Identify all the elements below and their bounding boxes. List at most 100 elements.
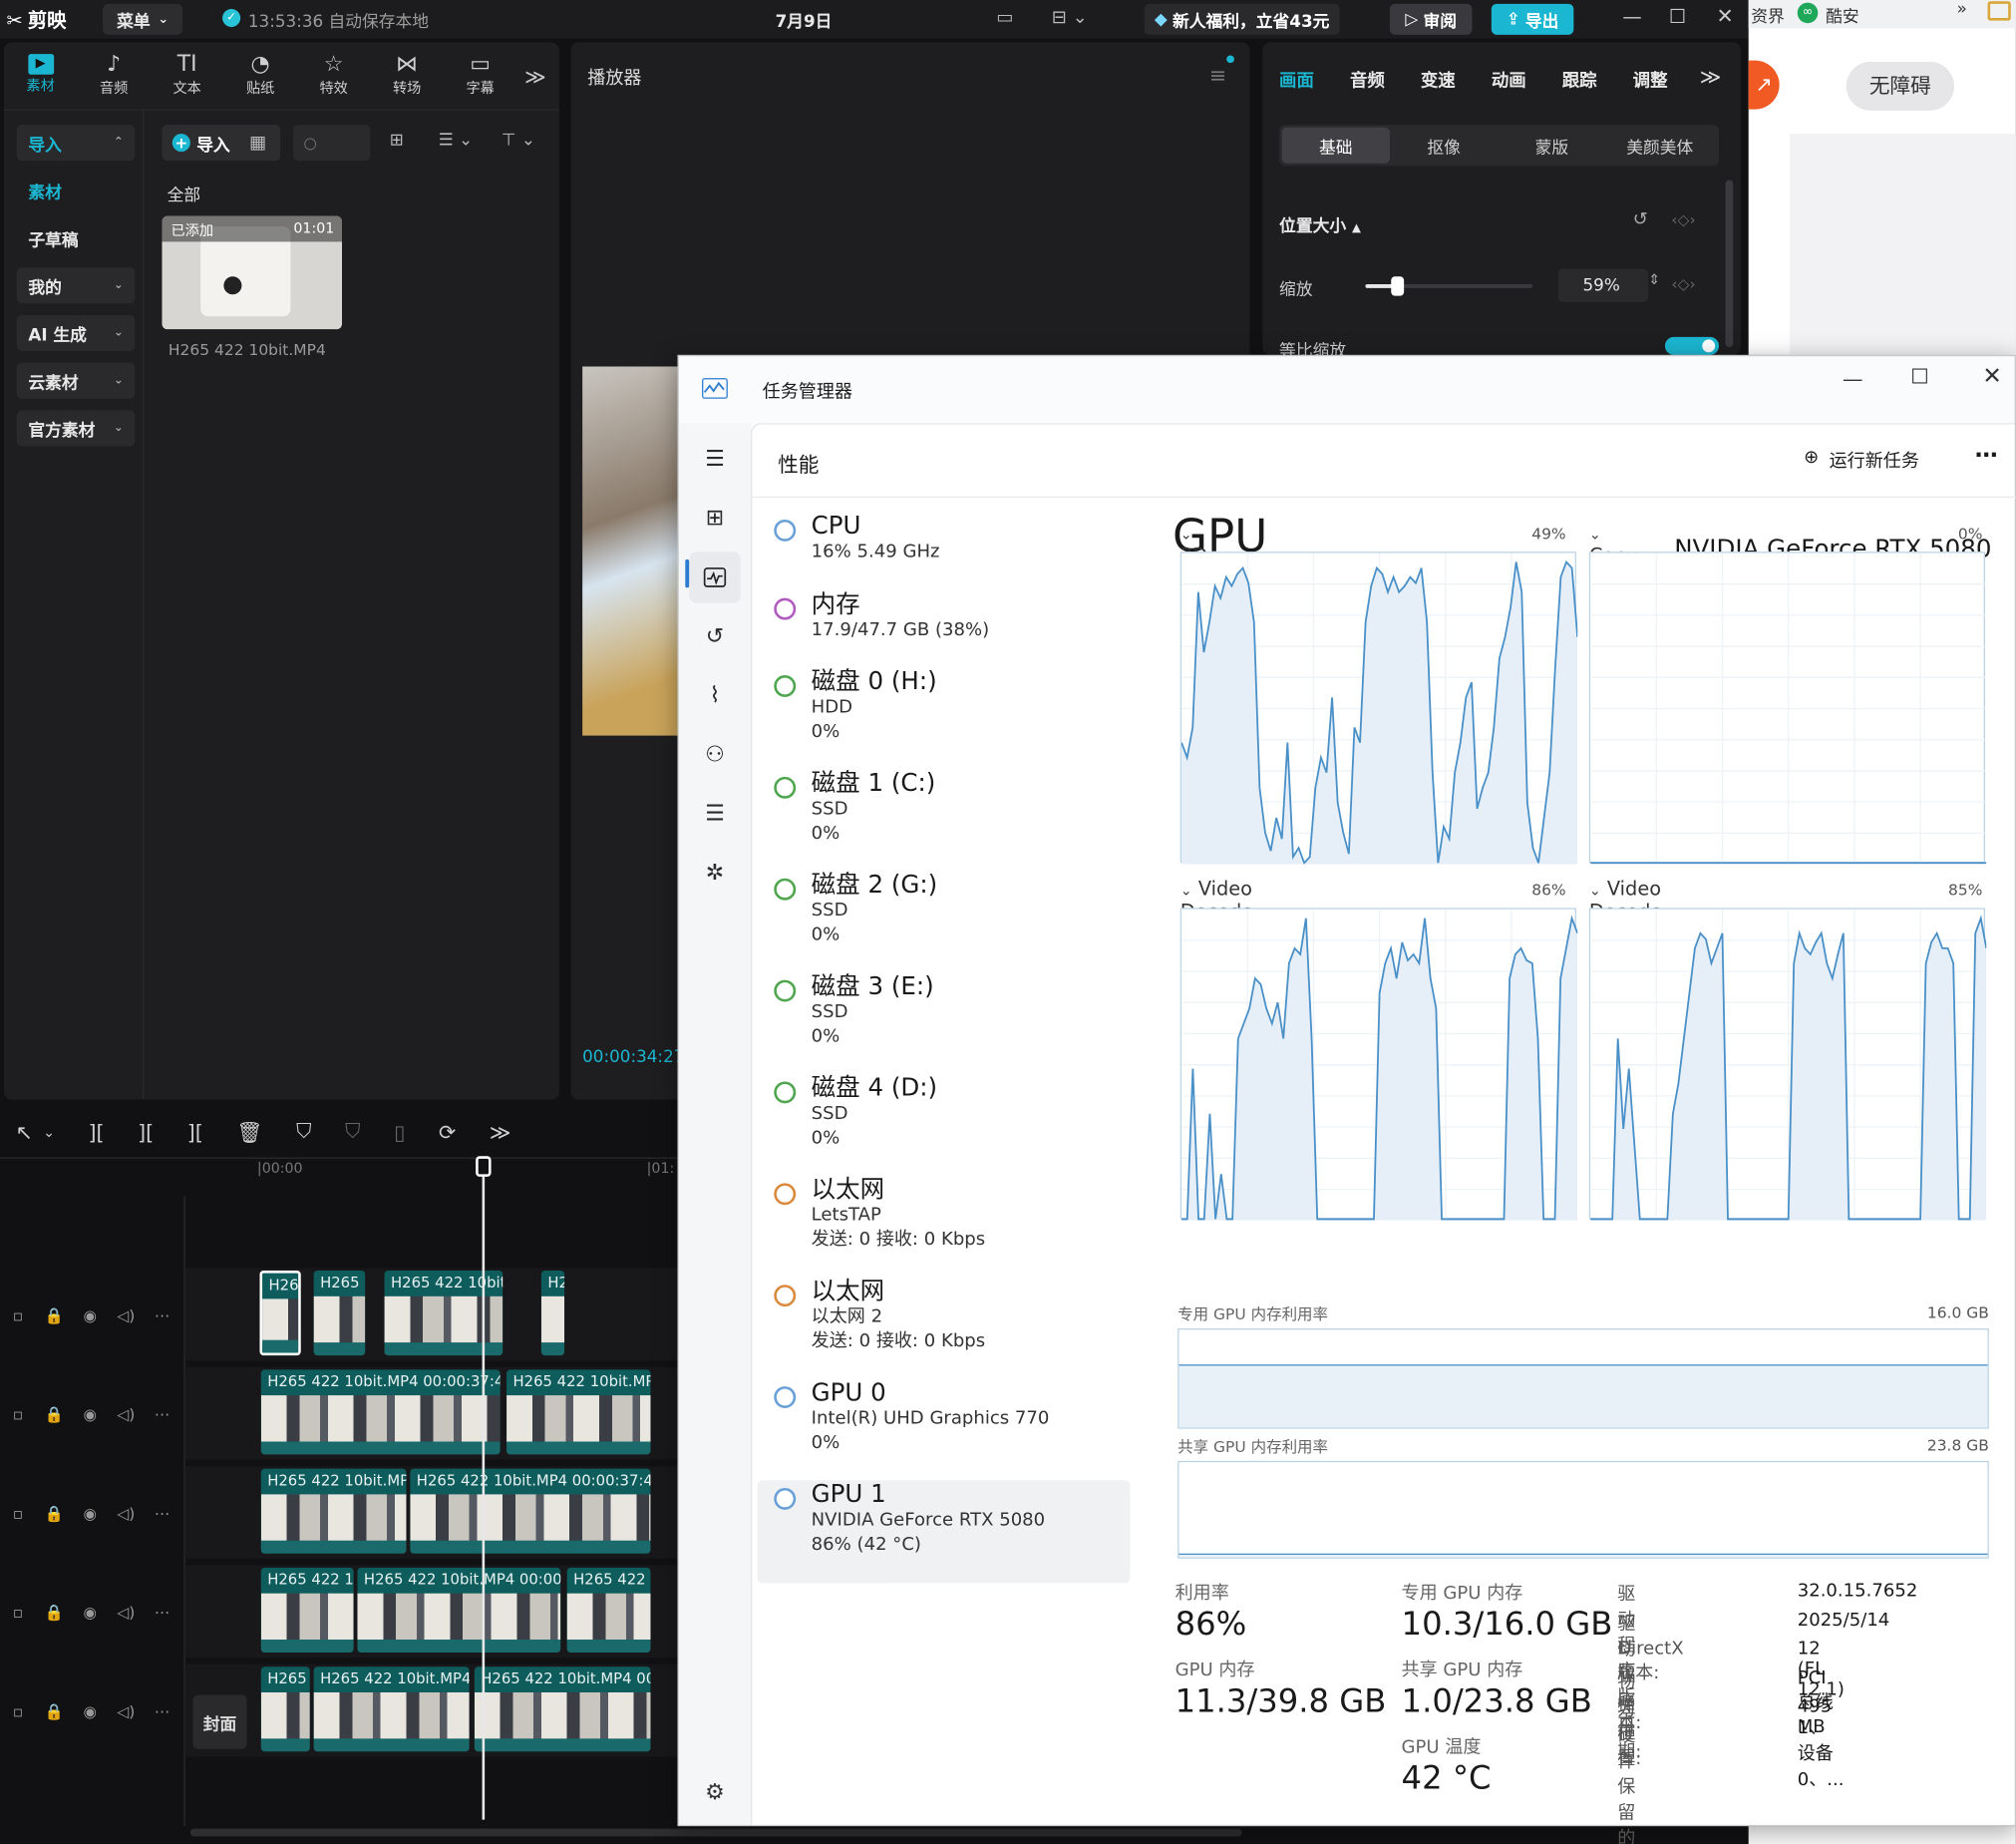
eye-icon[interactable]: ◉: [72, 1702, 108, 1720]
more-options-icon[interactable]: ⋯: [1975, 443, 1998, 470]
resource-item[interactable]: 内存 17.9/47.7 GB (38%): [758, 590, 1131, 670]
select-tool-icon[interactable]: ↖: [15, 1120, 32, 1145]
promo-button[interactable]: ◆ 新人福利，立省43元: [1144, 3, 1340, 35]
split-icon[interactable]: ][: [88, 1120, 104, 1145]
resource-item[interactable]: 磁盘 0 (H:) HDD 0%: [758, 667, 1131, 770]
stepper-icon[interactable]: ⇕: [1648, 271, 1660, 288]
services-icon[interactable]: ✲: [689, 848, 741, 900]
scale-value-input[interactable]: 59%: [1557, 268, 1649, 303]
lock-icon[interactable]: 🔒: [36, 1306, 72, 1324]
window-layout-icon[interactable]: ⊟ ⌄: [1052, 8, 1088, 29]
playhead[interactable]: [482, 1163, 486, 1820]
resource-item[interactable]: 以太网 以太网 2 发送: 0 接收: 0 Kbps: [758, 1277, 1131, 1379]
video-clip[interactable]: H26: [259, 1271, 301, 1356]
track-toggle-icon[interactable]: ▫: [0, 1604, 36, 1622]
import-button[interactable]: + 导入 ▦: [162, 125, 281, 162]
proportional-toggle[interactable]: [1664, 336, 1720, 355]
track-toggle-icon[interactable]: ▫: [0, 1405, 36, 1423]
property-tab[interactable]: 跟踪: [1562, 66, 1597, 92]
eye-icon[interactable]: ◉: [72, 1604, 108, 1622]
media-tab[interactable]: ▶ 素材: [4, 43, 78, 107]
lock-icon[interactable]: 🔒: [36, 1505, 72, 1523]
more-icon[interactable]: ⋯: [144, 1306, 179, 1324]
resource-item[interactable]: GPU 1 NVIDIA GeForce RTX 5080 86% (42 °C): [757, 1480, 1131, 1584]
run-task-button[interactable]: ⊕ 运行新任务: [1804, 448, 1919, 474]
media-tab[interactable]: ▭ 字幕: [444, 43, 517, 107]
sub-tab[interactable]: 蒙版: [1498, 128, 1605, 164]
cover-button[interactable]: 封面: [192, 1694, 247, 1749]
details-icon[interactable]: ☰: [689, 788, 741, 840]
eye-icon[interactable]: ◉: [72, 1405, 108, 1423]
video-clip[interactable]: H265 422 10bit.MP: [506, 1369, 651, 1455]
close-icon[interactable]: ✕: [1716, 4, 1733, 29]
video-clip[interactable]: H265: [313, 1271, 366, 1356]
video-clip[interactable]: H265 422 1(: [260, 1567, 354, 1654]
sub-tab[interactable]: 美颜美体: [1606, 128, 1714, 164]
scale-slider[interactable]: [1365, 276, 1533, 296]
reset-icon[interactable]: ↺: [1633, 209, 1648, 230]
close-icon[interactable]: ✕: [1982, 363, 2001, 390]
track-toggle-icon[interactable]: ▫: [0, 1702, 36, 1720]
sidebar-item[interactable]: 子草稿: [17, 220, 136, 256]
scale-slider-knob[interactable]: [1391, 276, 1405, 296]
resource-item[interactable]: 磁盘 4 (D:) SSD 0%: [758, 1074, 1131, 1177]
video-clip[interactable]: H265 422 10bit.MP4: [313, 1666, 470, 1752]
property-tab[interactable]: 调整: [1633, 66, 1668, 92]
playhead-handle[interactable]: [476, 1156, 492, 1177]
resource-item[interactable]: 以太网 LetsTAP 发送: 0 接收: 0 Kbps: [758, 1176, 1131, 1279]
volume-icon[interactable]: ◁): [108, 1505, 144, 1523]
browser-tab[interactable]: 酷安: [1826, 3, 1859, 27]
review-button[interactable]: ▷ 审阅: [1389, 3, 1473, 35]
startup-apps-icon[interactable]: ⌇: [689, 670, 741, 722]
chevron-down-icon[interactable]: ⌄: [43, 1123, 55, 1140]
layout-icon[interactable]: ▭: [996, 8, 1013, 29]
track-toggle-icon[interactable]: ▫: [0, 1306, 36, 1324]
media-tab[interactable]: TI 文本: [151, 43, 224, 107]
media-tab[interactable]: ◔ 贴纸: [223, 43, 297, 107]
resource-item[interactable]: 磁盘 3 (E:) SSD 0%: [758, 972, 1131, 1075]
video-clip[interactable]: H265 422 10bit.MP4 00:00:: [357, 1567, 561, 1654]
media-tab[interactable]: ♪ 音频: [77, 43, 151, 107]
replay-icon[interactable]: ⟳: [439, 1120, 456, 1145]
accessibility-button[interactable]: 无障碍: [1846, 61, 1955, 111]
volume-icon[interactable]: ◁): [108, 1306, 144, 1324]
export-button[interactable]: ⇪ 导出: [1491, 3, 1574, 35]
more-icon[interactable]: ⋯: [144, 1702, 179, 1720]
app-history-icon[interactable]: ↺: [689, 611, 741, 663]
video-clip[interactable]: H265 422 10bit.MP4 00: [474, 1666, 651, 1752]
more-tools-icon[interactable]: ≫: [490, 1120, 511, 1145]
media-thumbnail[interactable]: 已添加 01:01: [162, 215, 343, 330]
shield-icon[interactable]: ⛉: [296, 1119, 311, 1145]
player-menu-icon[interactable]: ≡: [1209, 63, 1226, 88]
property-tab[interactable]: 动画: [1492, 66, 1526, 92]
resource-item[interactable]: 磁盘 1 (C:) SSD 0%: [758, 769, 1131, 872]
more-tabs-icon[interactable]: »: [1957, 0, 1967, 19]
trim-right-icon[interactable]: ][: [187, 1120, 203, 1145]
media-tab[interactable]: ⋈ 转场: [370, 43, 444, 107]
video-clip[interactable]: H265 422: [566, 1567, 651, 1654]
sidebar-item[interactable]: 我的 ⌄: [16, 267, 136, 304]
more-tabs-icon[interactable]: ≫: [524, 64, 546, 89]
properties-scrollbar[interactable]: [1725, 180, 1734, 348]
more-icon[interactable]: ⋯: [144, 1505, 179, 1523]
maximize-icon[interactable]: ☐: [1669, 5, 1686, 28]
delete-icon[interactable]: 🗑: [236, 1120, 262, 1145]
video-clip[interactable]: H2: [540, 1271, 565, 1356]
timeline-scrollbar[interactable]: [189, 1828, 1242, 1837]
sidebar-item[interactable]: 素材: [17, 173, 136, 208]
sidebar-item[interactable]: AI 生成 ⌄: [16, 314, 136, 352]
maximize-icon[interactable]: ☐: [1910, 364, 1928, 389]
volume-icon[interactable]: ◁): [108, 1405, 144, 1423]
grid-view-icon[interactable]: ⊞: [390, 132, 404, 151]
minimize-icon[interactable]: —: [1622, 5, 1641, 28]
resource-item[interactable]: CPU 16% 5.49 GHz: [758, 512, 1131, 591]
lock-icon[interactable]: 🔒: [36, 1604, 72, 1622]
sidebar-item[interactable]: 导入 ⌃: [16, 125, 136, 162]
sidebar-item[interactable]: 云素材 ⌄: [16, 362, 136, 399]
volume-icon[interactable]: ◁): [108, 1604, 144, 1622]
eye-icon[interactable]: ◉: [72, 1505, 108, 1523]
property-tab[interactable]: 变速: [1421, 66, 1456, 92]
folder-icon[interactable]: [1987, 1, 2011, 21]
sort-icon[interactable]: ☰ ⌄: [439, 132, 473, 151]
media-search-input[interactable]: ○: [293, 125, 371, 162]
